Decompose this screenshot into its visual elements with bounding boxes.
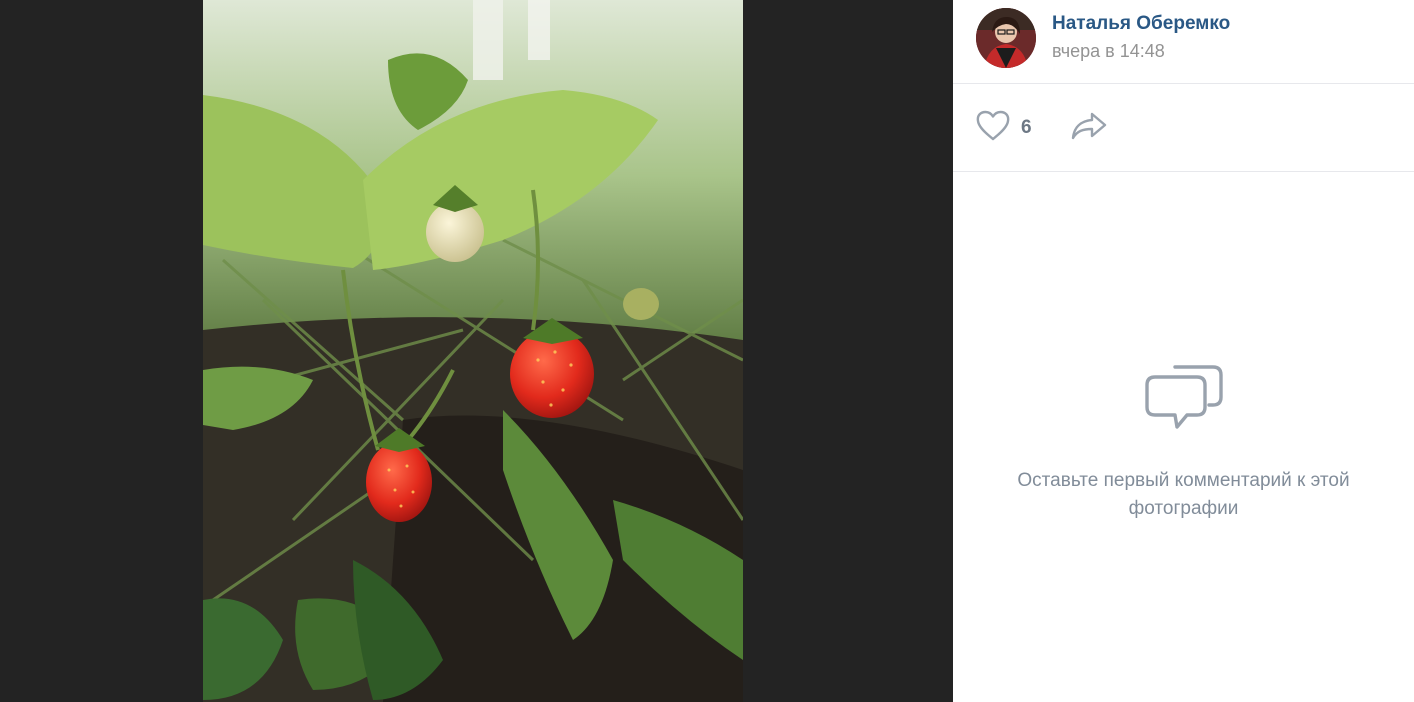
author-header: Наталья Оберемко вчера в 14:48 xyxy=(953,0,1414,84)
empty-comments-text: Оставьте первый комментарий к этой фотог… xyxy=(1017,470,1350,519)
post-time[interactable]: вчера в 14:48 xyxy=(1052,41,1165,62)
photo-sidebar: Наталья Оберемко вчера в 14:48 6 Оставьт… xyxy=(953,0,1414,702)
avatar-image xyxy=(976,8,1036,68)
photo-actions: 6 xyxy=(953,84,1414,172)
chat-bubbles-icon xyxy=(1145,359,1225,433)
share-button[interactable] xyxy=(1070,111,1110,145)
photo-wild-strawberries[interactable] xyxy=(203,0,743,702)
comments-empty-state: Оставьте первый комментарий к этой фотог… xyxy=(953,172,1414,702)
share-arrow-icon xyxy=(1070,111,1108,146)
like-count: 6 xyxy=(1021,117,1032,138)
like-button[interactable]: 6 xyxy=(975,110,1032,147)
author-name[interactable]: Наталья Оберемко xyxy=(1052,13,1230,35)
photo-image xyxy=(203,0,743,702)
heart-icon xyxy=(975,110,1011,147)
author-avatar[interactable] xyxy=(976,8,1036,68)
photo-viewer xyxy=(0,0,953,702)
